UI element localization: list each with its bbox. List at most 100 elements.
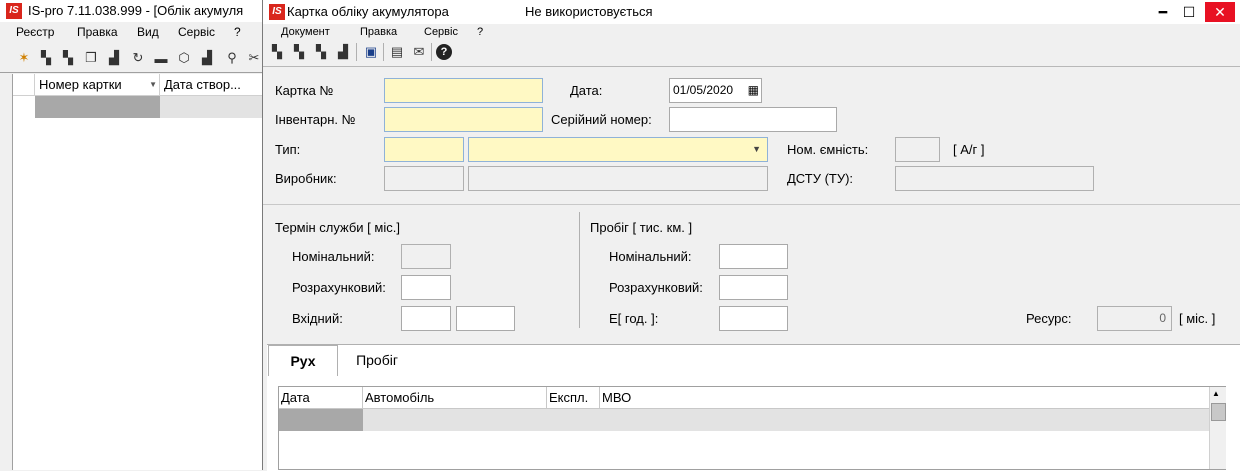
vertical-scrollbar[interactable]: ▲ <box>1209 387 1226 469</box>
card-menu-bar: Документ Правка Сервіс ? <box>263 22 1240 40</box>
maximize-button[interactable]: ☐ <box>1177 2 1201 22</box>
key-icon[interactable]: ⚲ <box>224 50 240 66</box>
close-button[interactable]: ✕ <box>1205 2 1235 22</box>
menu-service[interactable]: Сервіс <box>178 23 215 41</box>
divider <box>263 204 1240 205</box>
date-value: 01/05/2020 <box>673 83 734 97</box>
service-calc-input[interactable] <box>401 275 451 300</box>
dstu-label: ДСТУ (ТУ): <box>787 171 854 186</box>
service-input-field-1[interactable] <box>401 306 451 331</box>
type-code-input[interactable] <box>384 137 464 162</box>
toolbar-separator <box>356 43 357 61</box>
menu-help[interactable]: ? <box>477 23 483 41</box>
scroll-up-icon[interactable]: ▲ <box>1212 389 1220 398</box>
column-header-date[interactable]: Дата створ... <box>160 74 263 96</box>
service-input-label: Вхідний: <box>292 311 343 326</box>
capacity-input <box>895 137 940 162</box>
toolbar-separator <box>431 43 432 61</box>
menu-edit[interactable]: Правка <box>77 23 118 41</box>
arrow-icon[interactable]: ▚ <box>269 44 285 60</box>
column-header-mvo[interactable]: МВО <box>600 387 1209 409</box>
refresh-icon[interactable]: ↻ <box>130 50 146 66</box>
tab-mileage[interactable]: Пробіг <box>343 345 411 375</box>
save-icon[interactable]: ▣ <box>363 44 379 60</box>
resource-label: Ресурс: <box>1026 311 1072 326</box>
arrow-icon[interactable]: ▚ <box>60 50 76 66</box>
type-label: Тип: <box>275 142 301 157</box>
date-label: Дата: <box>570 83 603 98</box>
new-icon[interactable]: ✶ <box>16 50 32 66</box>
menu-edit[interactable]: Правка <box>360 23 397 41</box>
tab-movement[interactable]: Рух <box>268 345 338 376</box>
mileage-calc-input[interactable] <box>719 275 788 300</box>
mail-icon[interactable]: ✉ <box>411 44 427 60</box>
arrow-icon[interactable]: ▟ <box>335 44 351 60</box>
resource-unit: [ міс. ] <box>1179 311 1216 326</box>
cards-grid[interactable]: Номер картки ▼ Дата створ... <box>12 74 263 470</box>
card-window-titlebar: IS Картка обліку акумулятора Не використ… <box>263 0 1240 24</box>
divider <box>0 72 262 73</box>
copy-icon[interactable]: ❐ <box>83 50 99 66</box>
menu-registry[interactable]: Реєстр <box>16 23 54 41</box>
main-menu-bar: Реєстр Правка Вид Сервіс ? <box>0 22 262 42</box>
column-header-vehicle[interactable]: Автомобіль <box>363 387 547 409</box>
card-window: IS Картка обліку акумулятора Не використ… <box>262 0 1240 471</box>
menu-help[interactable]: ? <box>234 23 241 41</box>
e-hours-input[interactable] <box>719 306 788 331</box>
scrollbar-thumb[interactable] <box>1211 403 1226 421</box>
menu-view[interactable]: Вид <box>137 23 159 41</box>
help-icon[interactable]: ? <box>436 44 452 60</box>
card-no-label: Картка № <box>275 83 334 98</box>
toolbar-separator <box>383 43 384 61</box>
table-row-cell[interactable] <box>363 409 1209 431</box>
service-nominal-label: Номінальний: <box>292 249 375 264</box>
service-life-title: Термін служби [ міс.] <box>275 220 400 235</box>
calendar-icon[interactable]: ▦ <box>748 79 759 102</box>
minimize-button[interactable]: ━ <box>1151 2 1175 22</box>
card-window-title: Картка обліку акумулятора <box>287 4 449 19</box>
maker-code-input <box>384 166 464 191</box>
inventory-input[interactable] <box>384 107 543 132</box>
arrow-icon[interactable]: ▟ <box>199 50 215 66</box>
resource-input: 0 <box>1097 306 1172 331</box>
card-no-input[interactable] <box>384 78 543 103</box>
arrow-icon[interactable]: ▚ <box>38 50 54 66</box>
capacity-unit: [ А/г ] <box>953 142 985 157</box>
table-row-selected-cell[interactable] <box>35 96 160 118</box>
inventory-label: Інвентарн. № <box>275 112 356 127</box>
app-logo-icon: IS <box>6 3 22 19</box>
table-row-selected-cell[interactable] <box>279 409 363 431</box>
column-header-card-no[interactable]: Номер картки ▼ <box>35 74 160 96</box>
movement-grid[interactable]: Дата Автомобіль Експл. МВО ▲ <box>278 386 1226 470</box>
sort-arrow-icon: ▼ <box>149 80 157 89</box>
row-header-corner <box>13 74 35 96</box>
section-divider <box>579 212 580 328</box>
chevron-down-icon[interactable]: ▼ <box>752 138 761 161</box>
box-icon[interactable]: ⬡ <box>176 50 192 66</box>
serial-input[interactable] <box>669 107 837 132</box>
capacity-label: Ном. ємність: <box>787 142 869 157</box>
mileage-nominal-input[interactable] <box>719 244 788 269</box>
card-toolbar: ▚ ▚ ▚ ▟ ▣ ▤ ✉ ? <box>263 41 1240 65</box>
page-icon[interactable]: ▤ <box>389 44 405 60</box>
card-status: Не використовується <box>525 4 653 19</box>
tools-icon[interactable]: ✂ <box>246 50 262 66</box>
table-row-cell[interactable] <box>160 96 263 118</box>
date-input[interactable]: 01/05/2020 ▦ <box>669 78 762 103</box>
arrow-icon[interactable]: ▚ <box>313 44 329 60</box>
column-header-label: Дата створ... <box>164 77 241 92</box>
menu-document[interactable]: Документ <box>281 23 330 41</box>
service-nominal-input <box>401 244 451 269</box>
column-header-date[interactable]: Дата <box>279 387 363 409</box>
main-window-title: IS-pro 7.11.038.999 - [Облік акумуля <box>28 3 244 18</box>
e-hours-label: Е[ год. ]: <box>609 311 659 326</box>
mileage-title: Пробіг [ тис. км. ] <box>590 220 693 235</box>
column-header-exploitation[interactable]: Експл. <box>547 387 600 409</box>
type-select[interactable]: ▼ <box>468 137 768 162</box>
arrow-icon[interactable]: ▟ <box>106 50 122 66</box>
service-input-field-2[interactable] <box>456 306 515 331</box>
printer-icon[interactable]: ▬ <box>153 50 169 66</box>
serial-label: Серійний номер: <box>551 112 652 127</box>
arrow-icon[interactable]: ▚ <box>291 44 307 60</box>
menu-service[interactable]: Сервіс <box>424 23 458 41</box>
